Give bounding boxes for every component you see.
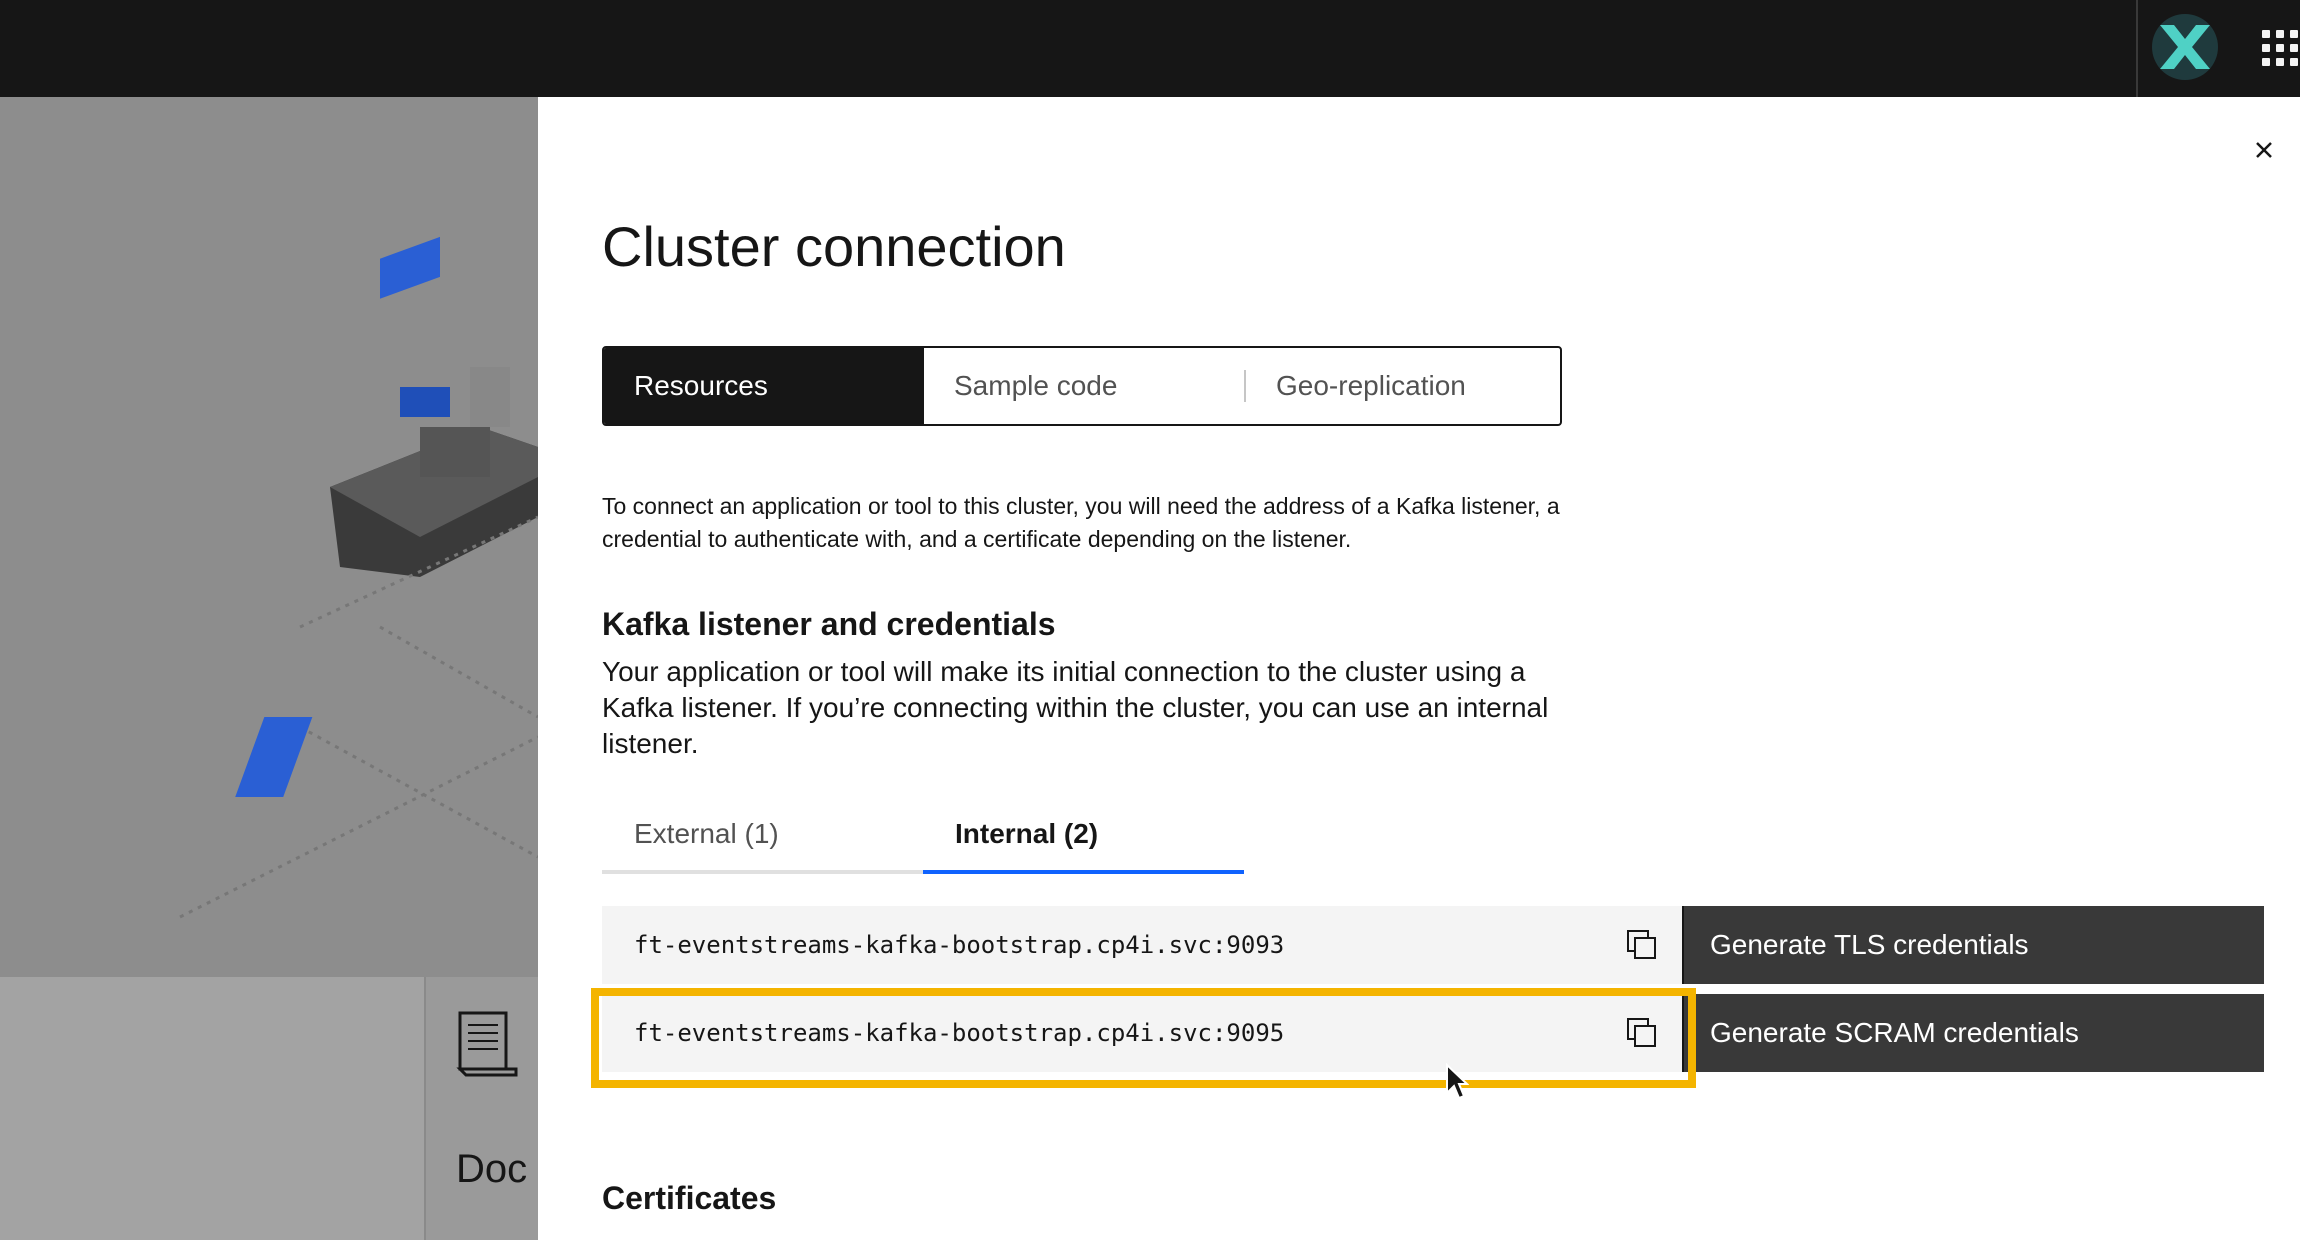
listener-address-field[interactable]: ft-eventstreams-kafka-bootstrap.cp4i.svc… <box>602 906 1682 984</box>
highlight-box <box>591 988 1696 1088</box>
switcher-resources[interactable]: Resources <box>604 348 924 424</box>
content-switcher: Resources Sample code Geo-replication <box>602 346 1562 426</box>
panel-title: Cluster connection <box>602 215 1066 278</box>
tab-internal[interactable]: Internal (2) <box>923 810 1244 874</box>
listener-heading: Kafka listener and credentials <box>602 606 1056 642</box>
top-header-bar <box>0 0 2300 97</box>
switcher-geo-replication[interactable]: Geo-replication <box>1246 348 1560 424</box>
app-switcher-icon[interactable] <box>2262 30 2298 66</box>
background-card-title: Doc <box>456 1147 528 1191</box>
document-icon <box>456 1011 518 1077</box>
brand-logo-icon[interactable] <box>2152 14 2218 80</box>
intro-text: To connect an application or tool to thi… <box>602 493 1560 552</box>
switcher-sample-code[interactable]: Sample code <box>924 348 1244 424</box>
background-page: Doc <box>0 97 538 1240</box>
close-icon[interactable] <box>2250 136 2278 164</box>
mouse-cursor-icon <box>1446 1063 1469 1100</box>
copy-icon[interactable] <box>1624 927 1660 963</box>
certificates-heading: Certificates <box>602 1180 777 1216</box>
tab-external[interactable]: External (1) <box>602 810 923 874</box>
listener-tabs: External (1) Internal (2) <box>602 810 1244 874</box>
generate-scram-credentials-button[interactable]: Generate SCRAM credentials <box>1682 994 2264 1072</box>
ship-illustration <box>179 236 538 919</box>
generate-tls-credentials-button[interactable]: Generate TLS credentials <box>1682 906 2264 984</box>
listener-description: Your application or tool will make its i… <box>602 656 1549 759</box>
header-divider <box>2136 0 2138 97</box>
